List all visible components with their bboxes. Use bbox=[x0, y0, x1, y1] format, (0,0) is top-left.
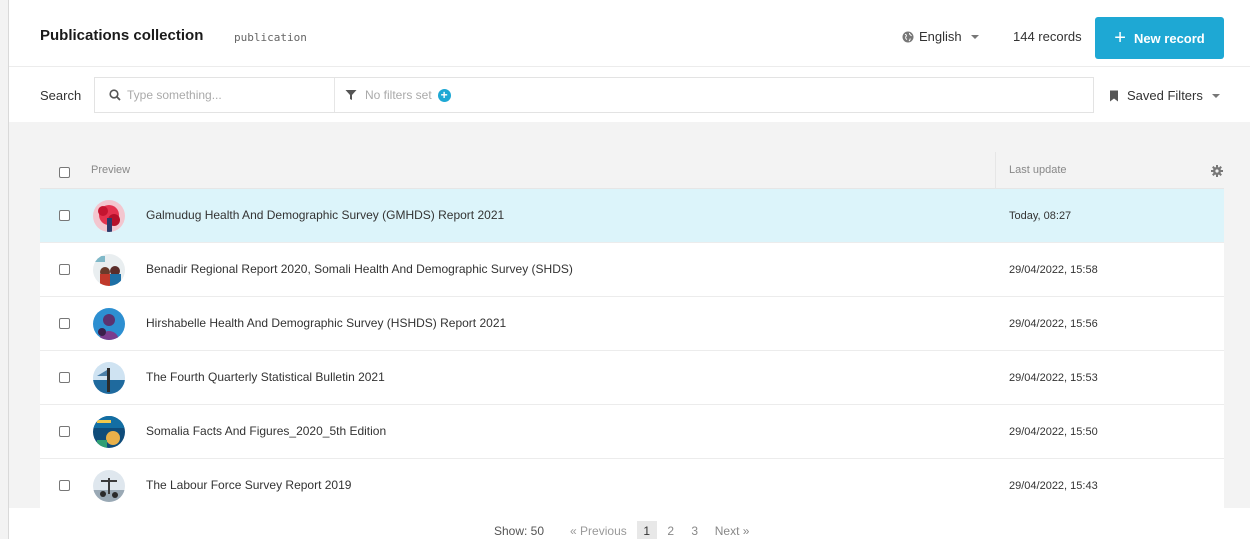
row-date: 29/04/2022, 15:43 bbox=[1009, 480, 1098, 492]
column-divider bbox=[995, 152, 996, 189]
column-header-last-update: Last update bbox=[1009, 164, 1067, 176]
page-size-selector[interactable]: Show: 50 bbox=[494, 524, 544, 538]
table-row[interactable]: Hirshabelle Health And Demographic Surve… bbox=[40, 297, 1224, 351]
row-checkbox[interactable] bbox=[59, 210, 70, 221]
table-row[interactable]: Somalia Facts And Figures_2020_5th Editi… bbox=[40, 405, 1224, 459]
row-title: Benadir Regional Report 2020, Somali Hea… bbox=[146, 262, 573, 276]
row-checkbox[interactable] bbox=[59, 318, 70, 329]
title-bar: Publications collection publication Engl… bbox=[9, 0, 1250, 67]
header: Publications collection publication Engl… bbox=[9, 0, 1250, 122]
gear-icon[interactable] bbox=[1211, 165, 1223, 177]
saved-filters-label: Saved Filters bbox=[1127, 88, 1203, 103]
row-date: Today, 08:27 bbox=[1009, 210, 1072, 222]
row-checkbox[interactable] bbox=[59, 372, 70, 383]
row-title: Hirshabelle Health And Demographic Surve… bbox=[146, 316, 507, 330]
row-date: 29/04/2022, 15:56 bbox=[1009, 318, 1098, 330]
page-link-3[interactable]: 3 bbox=[685, 521, 705, 539]
row-checkbox[interactable] bbox=[59, 264, 70, 275]
row-title: The Fourth Quarterly Statistical Bulleti… bbox=[146, 370, 385, 384]
records-count: 144 records bbox=[1013, 29, 1082, 44]
search-input-wrapper bbox=[95, 78, 335, 112]
table-row[interactable]: The Labour Force Survey Report 2019 29/0… bbox=[40, 459, 1224, 513]
pagination: Show: 50 « Previous 1 2 3 Next » bbox=[494, 521, 749, 539]
row-date: 29/04/2022, 15:53 bbox=[1009, 372, 1098, 384]
new-record-button[interactable]: + New record bbox=[1095, 17, 1224, 59]
next-page-link[interactable]: Next » bbox=[715, 524, 750, 538]
row-date: 29/04/2022, 15:50 bbox=[1009, 426, 1098, 438]
bookmark-icon bbox=[1110, 90, 1118, 101]
row-date: 29/04/2022, 15:58 bbox=[1009, 264, 1098, 276]
search-icon bbox=[109, 89, 121, 101]
globe-icon bbox=[902, 31, 914, 42]
search-label: Search bbox=[40, 88, 82, 103]
language-selector[interactable]: English bbox=[902, 29, 979, 44]
previous-page-link[interactable]: « Previous bbox=[570, 524, 627, 538]
search-input[interactable] bbox=[127, 86, 327, 104]
records-table: Preview Last update Galmudug Health And … bbox=[40, 152, 1224, 513]
search-box: No filters set + bbox=[94, 77, 1094, 113]
publication-thumbnail bbox=[93, 254, 125, 286]
page-link-1[interactable]: 1 bbox=[636, 521, 657, 539]
row-title: The Labour Force Survey Report 2019 bbox=[146, 478, 352, 492]
chevron-down-icon bbox=[970, 34, 979, 39]
publication-thumbnail bbox=[93, 362, 125, 394]
chevron-down-icon bbox=[1211, 93, 1220, 98]
table-row[interactable]: Galmudug Health And Demographic Survey (… bbox=[40, 189, 1224, 243]
table-header: Preview Last update bbox=[40, 152, 1224, 189]
select-all-checkbox[interactable] bbox=[59, 167, 70, 178]
plus-icon: + bbox=[1114, 27, 1126, 49]
publication-thumbnail bbox=[93, 308, 125, 340]
row-title: Galmudug Health And Demographic Survey (… bbox=[146, 208, 505, 222]
row-title: Somalia Facts And Figures_2020_5th Editi… bbox=[146, 424, 387, 438]
column-header-preview: Preview bbox=[91, 164, 131, 176]
saved-filters-dropdown[interactable]: Saved Filters bbox=[1109, 88, 1220, 103]
row-checkbox[interactable] bbox=[59, 480, 70, 491]
add-filter-icon[interactable]: + bbox=[437, 88, 451, 102]
filter-icon bbox=[345, 90, 357, 100]
table-row[interactable]: The Fourth Quarterly Statistical Bulleti… bbox=[40, 351, 1224, 405]
filters-status: No filters set bbox=[365, 88, 432, 102]
app: Publications collection publication Engl… bbox=[9, 0, 1250, 539]
filter-area: No filters set + bbox=[345, 78, 451, 112]
list-area: Preview Last update Galmudug Health And … bbox=[9, 122, 1250, 539]
page-link-2[interactable]: 2 bbox=[661, 521, 681, 539]
page-title: Publications collection bbox=[40, 27, 204, 44]
publication-thumbnail bbox=[93, 470, 125, 502]
collection-slug: publication bbox=[234, 31, 307, 44]
new-record-label: New record bbox=[1133, 30, 1205, 46]
publication-thumbnail bbox=[93, 416, 125, 448]
publication-thumbnail bbox=[93, 200, 125, 232]
table-row[interactable]: Benadir Regional Report 2020, Somali Hea… bbox=[40, 243, 1224, 297]
pagination-bar: Show: 50 « Previous 1 2 3 Next » bbox=[9, 508, 1250, 539]
row-checkbox[interactable] bbox=[59, 426, 70, 437]
language-label: English bbox=[919, 29, 962, 44]
search-bar: Search No filters set + bbox=[9, 67, 1250, 122]
